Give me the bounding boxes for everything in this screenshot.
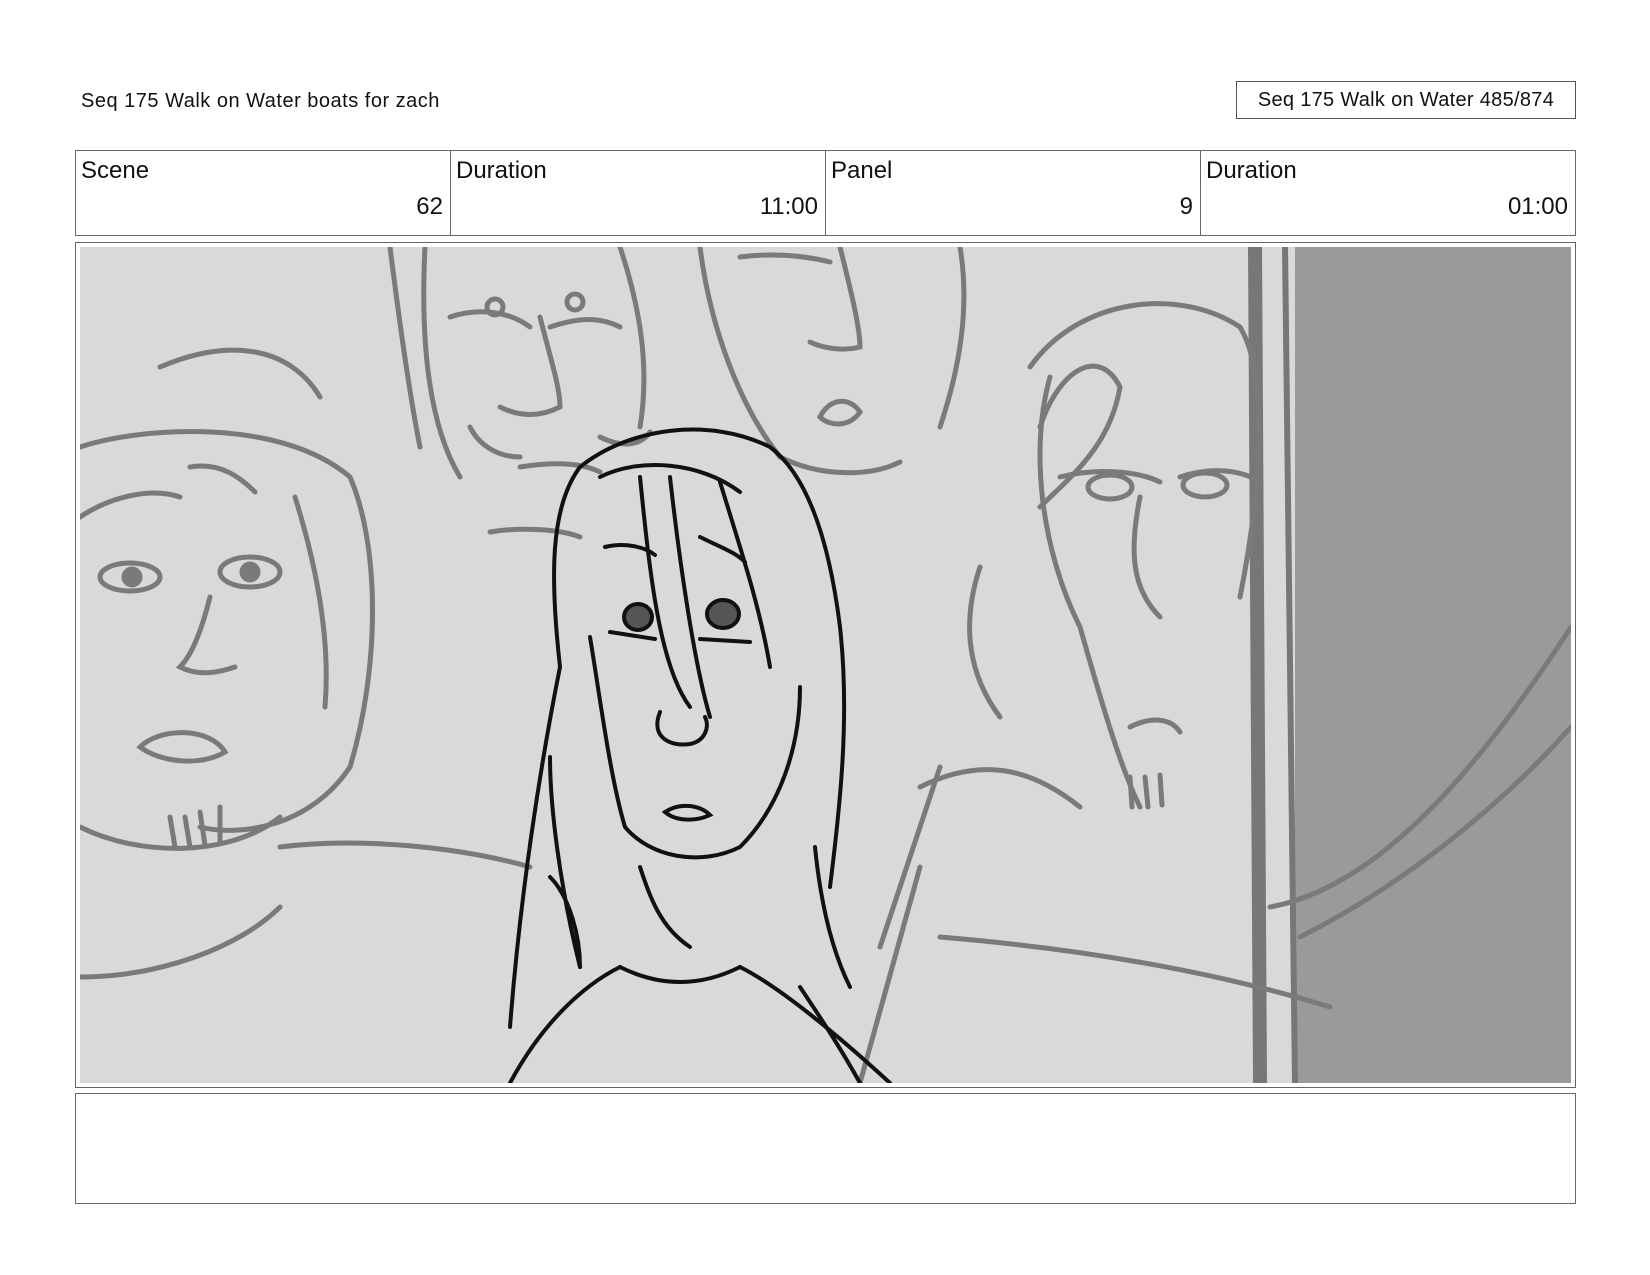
duration-label: Duration [456,157,547,184]
panel-cell: Panel 9 [826,151,1201,235]
panel-duration-cell: Duration 01:00 [1201,151,1575,235]
notes-box [75,1093,1576,1204]
header-title: Seq 175 Walk on Water boats for zach [81,90,440,112]
scene-value: 62 [416,193,443,220]
panel-label: Panel [831,157,893,184]
panel-value: 9 [1179,193,1193,220]
panel-duration-label: Duration [1206,157,1297,184]
duration-cell: Duration 11:00 [451,151,826,235]
duration-value: 11:00 [759,193,818,220]
storyboard-sketch-drawing [80,247,1571,1083]
panel-duration-value: 01:00 [1507,193,1568,220]
storyboard-sketch-image [80,247,1571,1083]
storyboard-panel-frame [75,242,1576,1088]
info-table: Scene 62 Duration 11:00 Panel 9 Duration… [75,150,1576,236]
page-counter: Seq 175 Walk on Water 485/874 [1236,81,1576,119]
scene-label: Scene [81,157,150,184]
scene-cell: Scene 62 [76,151,451,235]
